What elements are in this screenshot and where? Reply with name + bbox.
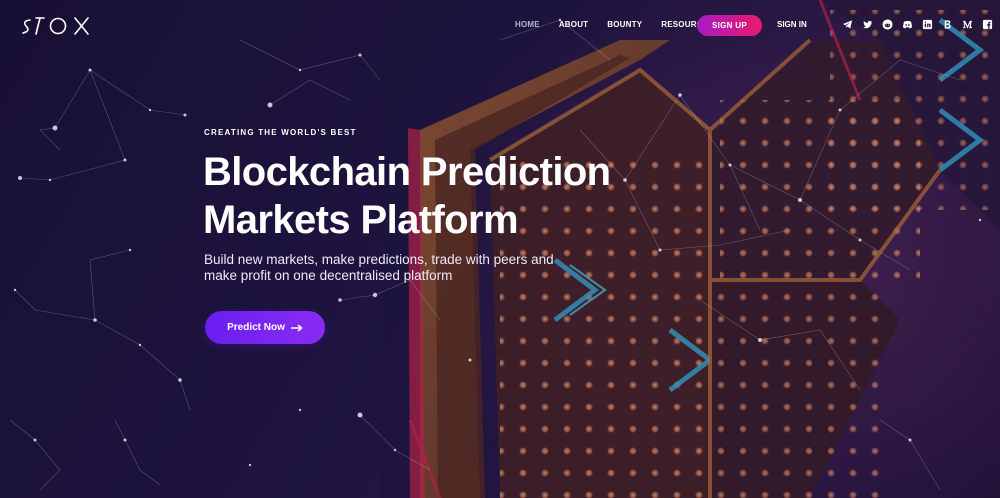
constellation-decoration <box>9 18 982 491</box>
predict-now-label: Predict Now <box>227 322 285 333</box>
signup-button[interactable]: SIGN UP <box>697 15 762 36</box>
facebook-icon[interactable] <box>982 19 993 30</box>
medium-icon[interactable] <box>962 19 973 30</box>
stox-logo[interactable] <box>20 12 94 40</box>
discord-icon[interactable] <box>902 19 913 30</box>
hero-section: HOME ABOUT BOUNTY RESOURCES SIGN UP SIGN… <box>0 0 1000 498</box>
reddit-icon[interactable] <box>882 19 893 30</box>
hero-eyebrow: CREATING THE WORLD'S BEST <box>204 128 357 137</box>
predict-now-button[interactable]: Predict Now <box>205 311 325 344</box>
hero-headline: Blockchain Prediction Markets Platform <box>203 148 673 244</box>
nav-home[interactable]: HOME <box>515 20 540 29</box>
signin-link[interactable]: SIGN IN <box>777 20 807 29</box>
hero-subtitle-line2: make profit on one decentralised platfor… <box>204 267 453 283</box>
arrow-right-icon <box>290 323 303 332</box>
bitcoin-icon[interactable] <box>942 19 953 30</box>
twitter-icon[interactable] <box>862 19 873 30</box>
telegram-icon[interactable] <box>842 19 853 30</box>
nav-about[interactable]: ABOUT <box>559 20 588 29</box>
nav-bounty[interactable]: BOUNTY <box>607 20 642 29</box>
hero-headline-line1: Blockchain Prediction <box>203 150 611 194</box>
hero-subtitle: Build new markets, make predictions, tra… <box>204 252 574 283</box>
social-links <box>842 19 993 30</box>
hero-headline-line2: Markets Platform <box>203 198 519 242</box>
hero-subtitle-line1: Build new markets, make predictions, tra… <box>204 252 554 267</box>
linkedin-icon[interactable] <box>922 19 933 30</box>
